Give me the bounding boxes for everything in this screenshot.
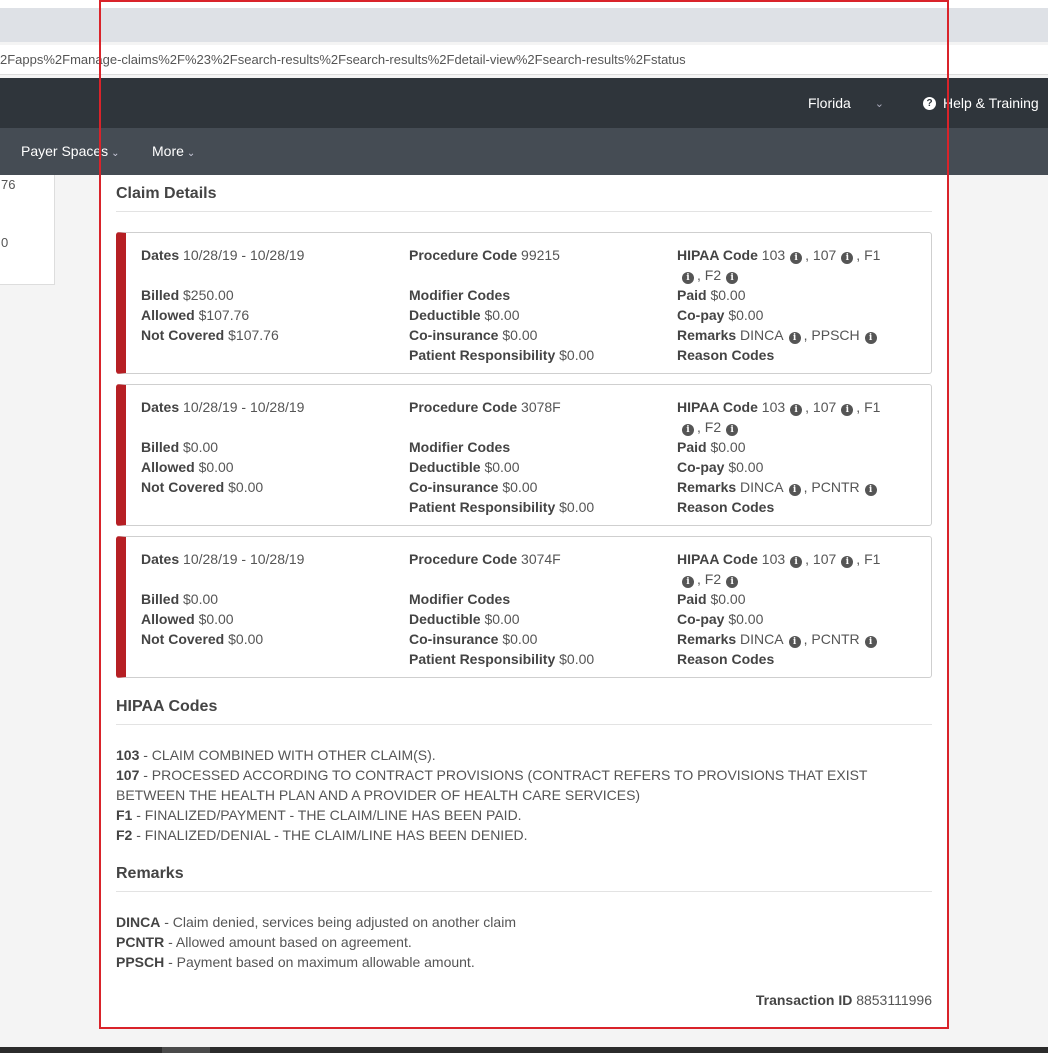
left-card-value: 0 bbox=[1, 235, 9, 250]
taskbar bbox=[0, 1047, 1048, 1053]
left-summary-card: 76 0 bbox=[0, 175, 55, 285]
highlight-box bbox=[99, 0, 949, 1029]
taskbar-item bbox=[162, 1047, 210, 1053]
nav-payer-spaces-label: Payer Spaces bbox=[21, 143, 109, 159]
help-training-label: Help & Training bbox=[943, 95, 1039, 111]
left-card-value: 76 bbox=[1, 177, 16, 192]
